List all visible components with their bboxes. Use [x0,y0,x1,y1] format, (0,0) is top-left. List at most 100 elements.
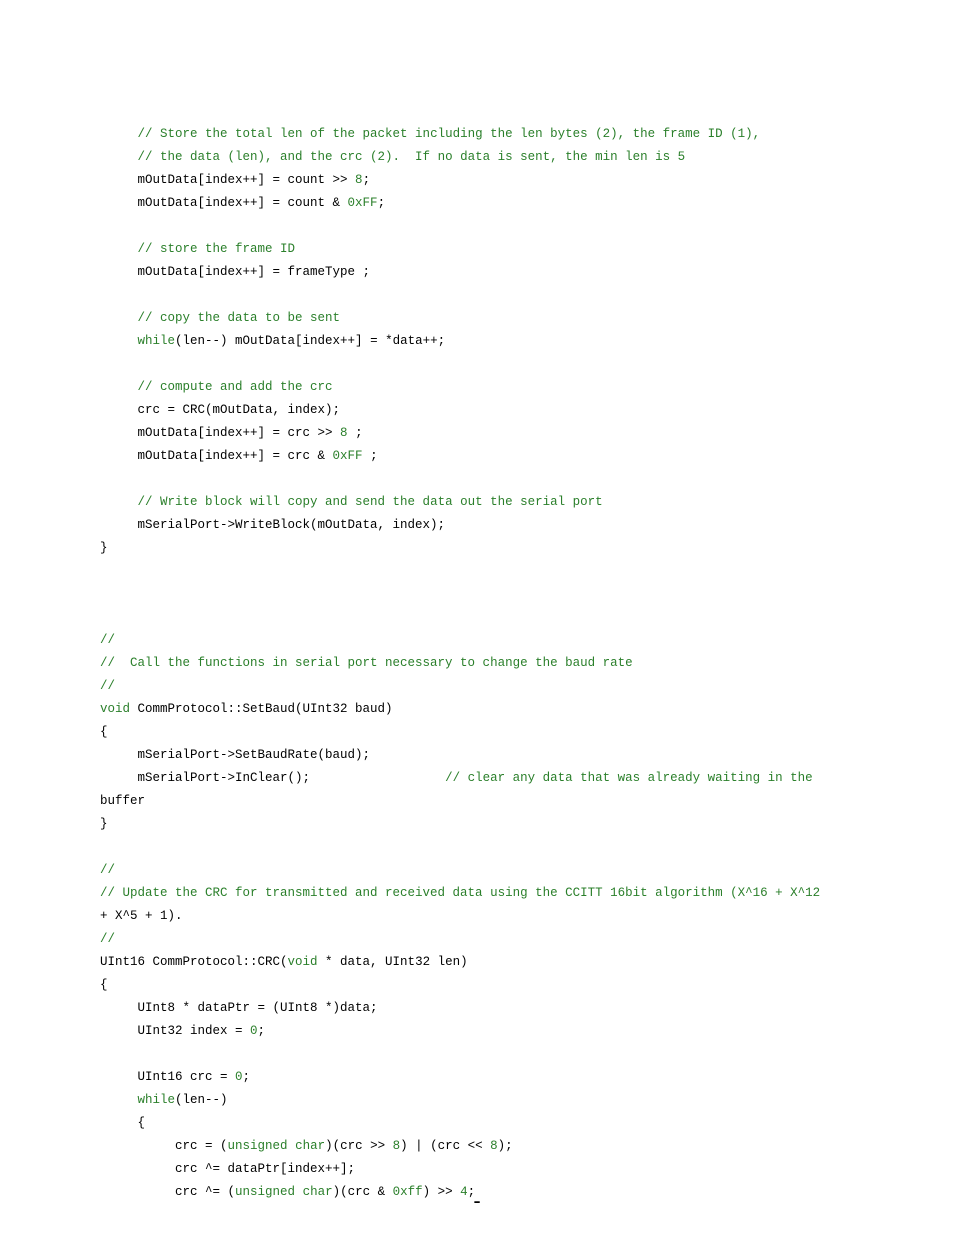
code-token: UInt8 * dataPtr = (UInt8 *)data; [100,1001,378,1015]
code-line: crc = CRC(mOutData, index); [100,399,898,422]
code-line: UInt8 * dataPtr = (UInt8 *)data; [100,997,898,1020]
code-line: mOutData[index++] = count >> 8; [100,169,898,192]
code-line: mOutData[index++] = count & 0xFF; [100,192,898,215]
code-line [100,215,898,238]
code-line: // copy the data to be sent [100,307,898,330]
code-line: // [100,675,898,698]
code-line: UInt16 crc = 0; [100,1066,898,1089]
code-token: // [100,932,115,946]
code-token [288,1139,296,1153]
code-token: // store the frame ID [138,242,296,256]
code-line: { [100,721,898,744]
code-token: mOutData[index++] = crc >> [100,426,340,440]
code-token: void [288,955,318,969]
code-token: 8 [340,426,348,440]
code-line [100,100,898,123]
code-line [100,468,898,491]
code-line: // Store the total len of the packet inc… [100,123,898,146]
code-token: UInt16 CommProtocol::CRC( [100,955,288,969]
code-token: mOutData[index++] = crc & [100,449,333,463]
code-line: mSerialPort->SetBaudRate(baud); [100,744,898,767]
code-token: // Write block will copy and send the da… [138,495,603,509]
code-line [100,606,898,629]
code-token: UInt32 index = [100,1024,250,1038]
code-token: + X^5 + 1). [100,909,183,923]
code-line: { [100,1112,898,1135]
code-line: while(len--) [100,1089,898,1112]
code-token: UInt16 crc = [100,1070,235,1084]
code-token [100,311,138,325]
code-line: buffer [100,790,898,813]
code-token: // [100,679,115,693]
code-line [100,353,898,376]
code-line: // compute and add the crc [100,376,898,399]
code-token: 0xFF [348,196,378,210]
code-token: } [100,541,108,555]
code-line: } [100,537,898,560]
code-line: + X^5 + 1). [100,905,898,928]
code-line [100,560,898,583]
code-line: mOutData[index++] = crc >> 8 ; [100,422,898,445]
code-token: // copy the data to be sent [138,311,341,325]
code-token: ; [363,449,378,463]
code-token: // Update the CRC for transmitted and re… [100,886,828,900]
code-token: 0xFF [333,449,363,463]
code-line: UInt32 index = 0; [100,1020,898,1043]
code-token [100,334,138,348]
code-token: ; [348,426,363,440]
code-token: char [295,1139,325,1153]
code-page: // Store the total len of the packet inc… [0,0,954,1244]
code-token: (len--) mOutData[index++] = *data++; [175,334,445,348]
code-line [100,583,898,606]
code-token [100,495,138,509]
code-token: ); [498,1139,513,1153]
code-token: ; [363,173,371,187]
code-token: ; [378,196,386,210]
code-line: // Update the CRC for transmitted and re… [100,882,898,905]
code-token: while [138,1093,176,1107]
code-token: 8 [393,1139,401,1153]
code-token: CommProtocol::SetBaud(UInt32 baud) [130,702,393,716]
code-token: 0 [235,1070,243,1084]
code-token: ; [243,1070,251,1084]
code-token: * data, UInt32 len) [318,955,468,969]
code-token: mSerialPort->SetBaudRate(baud); [100,748,370,762]
code-token: ; [258,1024,266,1038]
code-token: // clear any data that was already waiti… [445,771,820,785]
code-token: (len--) [175,1093,228,1107]
code-token: 8 [490,1139,498,1153]
code-token [100,380,138,394]
code-token: // the data (len), and the crc (2). If n… [138,150,686,164]
code-token: 8 [355,173,363,187]
code-token: } [100,817,108,831]
code-token: while [138,334,176,348]
code-line [100,284,898,307]
code-token: mSerialPort->InClear(); [100,771,445,785]
code-token: // Store the total len of the packet inc… [138,127,761,141]
code-line [100,1043,898,1066]
page-footer: - [0,1188,954,1214]
code-line: } [100,813,898,836]
code-line: mOutData[index++] = crc & 0xFF ; [100,445,898,468]
code-token: void [100,702,130,716]
code-line [100,836,898,859]
code-token [100,242,138,256]
code-token: // [100,863,115,877]
code-token: { [100,978,108,992]
code-token: crc = ( [100,1139,228,1153]
code-line: mOutData[index++] = frameType ; [100,261,898,284]
code-token: // Call the functions in serial port nec… [100,656,633,670]
code-token: mOutData[index++] = count >> [100,173,355,187]
code-line: mSerialPort->WriteBlock(mOutData, index)… [100,514,898,537]
code-token: )(crc >> [325,1139,393,1153]
code-line: // [100,629,898,652]
code-line: mSerialPort->InClear(); // clear any dat… [100,767,898,790]
code-line: // [100,928,898,951]
code-token: buffer [100,794,145,808]
code-line: // Write block will copy and send the da… [100,491,898,514]
code-token: crc ^= dataPtr[index++]; [100,1162,355,1176]
code-token [100,1093,138,1107]
code-token [100,150,138,164]
code-token: // [100,633,115,647]
code-token: unsigned [228,1139,288,1153]
